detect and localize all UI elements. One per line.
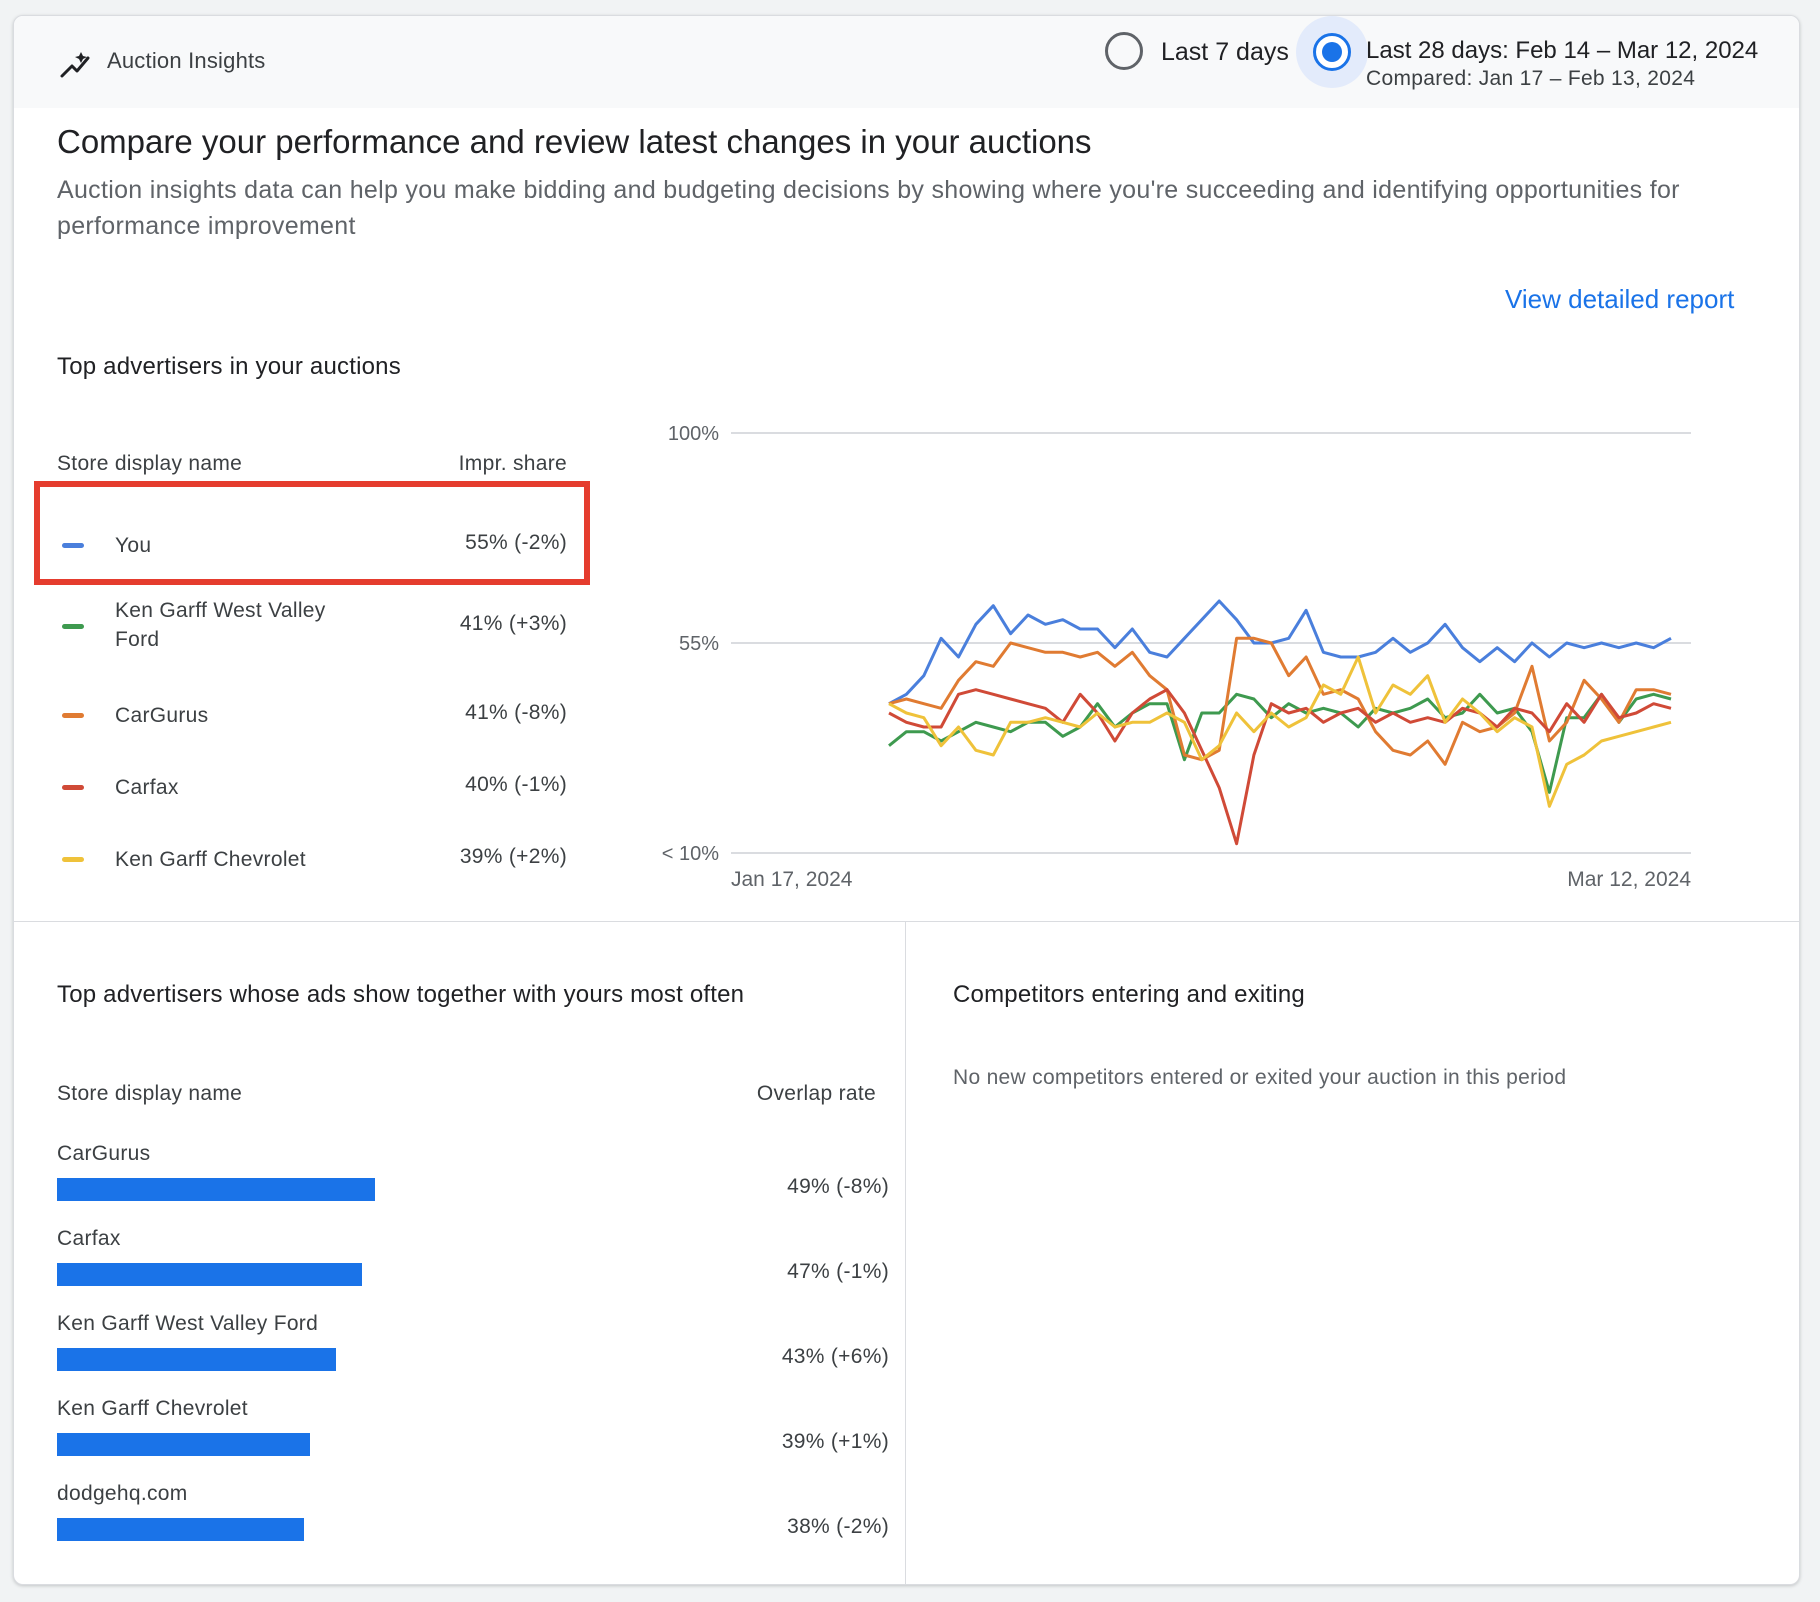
competitors-empty-message: No new competitors entered or exited you… bbox=[953, 1066, 1567, 1089]
card-title: Auction Insights bbox=[107, 48, 266, 73]
view-detailed-report-link[interactable]: View detailed report bbox=[1505, 284, 1734, 315]
trending-icon bbox=[60, 52, 90, 78]
highlight-box bbox=[34, 481, 590, 585]
overlap-rate-value: 47% (-1%) bbox=[787, 1260, 889, 1283]
y-tick-label: 100% bbox=[668, 423, 719, 445]
series-color-swatch bbox=[62, 713, 84, 718]
series-line-you bbox=[888, 599, 1672, 706]
overlap-rate-bar bbox=[57, 1348, 336, 1371]
overlap-rate-bar bbox=[57, 1263, 362, 1286]
store-display-name-header: Store display name bbox=[57, 452, 243, 475]
advertiser-row-cargurus[interactable]: CarGurus 41% (-8%) bbox=[57, 696, 567, 736]
overlap-advertiser-name: Ken Garff West Valley Ford bbox=[57, 1312, 319, 1335]
series-color-swatch bbox=[62, 857, 84, 862]
advertiser-impr-share: 39% (+2%) bbox=[459, 845, 567, 868]
competitors-title: Competitors entering and exiting bbox=[953, 981, 1305, 1008]
top-advertisers-title: Top advertisers in your auctions bbox=[57, 353, 401, 380]
advertiser-name: Ken Garff West Valley Ford bbox=[115, 599, 326, 651]
overlap-name-header: Store display name bbox=[57, 1082, 243, 1105]
overlap-title: Top advertisers whose ads show together … bbox=[57, 981, 745, 1008]
advertiser-impr-share: 40% (-1%) bbox=[465, 773, 567, 796]
overlap-rate-header: Overlap rate bbox=[756, 1082, 876, 1105]
advertiser-impr-share: 41% (-8%) bbox=[465, 701, 567, 724]
advertiser-row-ken-garff-chevrolet[interactable]: Ken Garff Chevrolet 39% (+2%) bbox=[57, 840, 567, 880]
series-color-swatch bbox=[62, 624, 84, 629]
card-header: Auction Insights Last 7 days Last 28 day… bbox=[14, 16, 1799, 108]
auction-insights-card: Auction Insights Last 7 days Last 28 day… bbox=[13, 15, 1800, 1585]
compared-range-label: Compared: Jan 17 – Feb 13, 2024 bbox=[1366, 67, 1696, 90]
overlap-rate-value: 38% (-2%) bbox=[787, 1515, 889, 1538]
y-tick-label: 55% bbox=[679, 633, 719, 655]
advertiser-name: Ken Garff Chevrolet bbox=[115, 848, 306, 871]
advertiser-row-ken-garff-ford[interactable]: Ken Garff West Valley Ford 41% (+3%) bbox=[57, 596, 567, 656]
advertiser-impr-share: 41% (+3%) bbox=[459, 612, 567, 635]
overlap-advertiser-name: Ken Garff Chevrolet bbox=[57, 1397, 248, 1420]
impr-share-header: Impr. share bbox=[458, 452, 567, 475]
overlap-rate-bar bbox=[57, 1178, 375, 1201]
page-title: Compare your performance and review late… bbox=[57, 123, 1092, 160]
overlap-advertiser-name: Carfax bbox=[57, 1227, 121, 1250]
last-7-days-label[interactable]: Last 7 days bbox=[1161, 38, 1289, 67]
overlap-rate-value: 43% (+6%) bbox=[781, 1345, 889, 1368]
page-description: Auction insights data can help you make … bbox=[57, 176, 1680, 240]
series-line-ken-garff-chevrolet bbox=[888, 655, 1672, 808]
series-line-carfax bbox=[888, 688, 1672, 846]
x-start-label: Jan 17, 2024 bbox=[731, 868, 853, 891]
overlap-advertiser-name: dodgehq.com bbox=[57, 1482, 188, 1505]
series-line-cargurus bbox=[888, 636, 1672, 766]
overlap-rate-bar bbox=[57, 1518, 304, 1541]
advertiser-name: Carfax bbox=[115, 776, 179, 799]
y-tick-label: < 10% bbox=[662, 843, 719, 865]
overlap-advertiser-name: CarGurus bbox=[57, 1142, 151, 1165]
overlap-rate-value: 39% (+1%) bbox=[781, 1430, 889, 1453]
impression-share-chart: 100% 55% < 10% Jan 17, 2024 Mar 12, 2024 bbox=[634, 406, 1694, 906]
column-divider bbox=[905, 921, 906, 1584]
x-end-label: Mar 12, 2024 bbox=[1567, 868, 1691, 891]
line-chart-svg: 100% 55% < 10% Jan 17, 2024 Mar 12, 2024 bbox=[662, 423, 1692, 891]
series-color-swatch bbox=[62, 785, 84, 790]
advertiser-name: CarGurus bbox=[115, 704, 209, 727]
advertiser-row-carfax[interactable]: Carfax 40% (-1%) bbox=[57, 768, 567, 808]
overlap-rate-bar bbox=[57, 1433, 310, 1456]
last-28-days-label[interactable]: Last 28 days: Feb 14 – Mar 12, 2024 bbox=[1366, 37, 1758, 65]
overlap-rate-value: 49% (-8%) bbox=[787, 1175, 889, 1198]
last-7-days-radio[interactable] bbox=[1105, 32, 1143, 70]
section-divider bbox=[14, 921, 1799, 922]
last-28-days-radio[interactable] bbox=[1313, 33, 1351, 71]
